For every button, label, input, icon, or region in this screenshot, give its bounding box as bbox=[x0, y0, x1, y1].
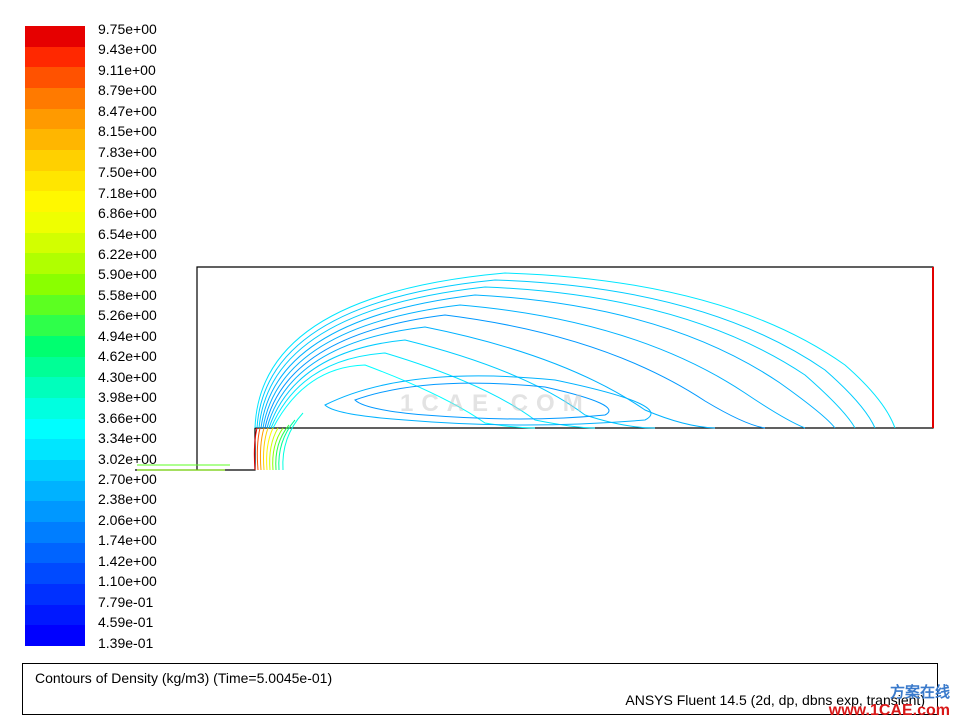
colorbar-segment bbox=[25, 605, 85, 626]
legend-value: 9.75e+00 bbox=[98, 22, 157, 36]
watermark-center: 1CAE.COM bbox=[400, 390, 591, 418]
colorbar-segment bbox=[25, 191, 85, 212]
colorbar-segment bbox=[25, 439, 85, 460]
watermark-corner: 方案在线 www.1CAE.com bbox=[829, 681, 950, 720]
colorbar-segment bbox=[25, 129, 85, 150]
legend-value: 7.83e+00 bbox=[98, 145, 157, 159]
legend-value: 6.22e+00 bbox=[98, 247, 157, 261]
colorbar-segment bbox=[25, 212, 85, 233]
legend-value: 1.74e+00 bbox=[98, 533, 157, 547]
colorbar-segment bbox=[25, 563, 85, 584]
colorbar-segment bbox=[25, 171, 85, 192]
legend-value: 1.10e+00 bbox=[98, 574, 157, 588]
legend-value: 7.79e-01 bbox=[98, 595, 157, 609]
colorbar-segment bbox=[25, 522, 85, 543]
colorbar-segment bbox=[25, 481, 85, 502]
colorbar-segment bbox=[25, 460, 85, 481]
legend-value: 9.11e+00 bbox=[98, 63, 157, 77]
colorbar-segment bbox=[25, 501, 85, 522]
watermark-cn: 方案在线 bbox=[829, 681, 950, 702]
footer-title: Contours of Density (kg/m3) (Time=5.0045… bbox=[35, 670, 925, 686]
legend-value: 1.42e+00 bbox=[98, 554, 157, 568]
colorbar-segment bbox=[25, 150, 85, 171]
colorbar-segment bbox=[25, 233, 85, 254]
legend-value: 2.06e+00 bbox=[98, 513, 157, 527]
legend-value: 8.47e+00 bbox=[98, 104, 157, 118]
contour-plot bbox=[125, 265, 935, 485]
colorbar-segment bbox=[25, 398, 85, 419]
colorbar-segment bbox=[25, 377, 85, 398]
colorbar-segment bbox=[25, 47, 85, 68]
footer-solver: ANSYS Fluent 14.5 (2d, dp, dbns exp, tra… bbox=[35, 692, 925, 708]
colorbar-segment bbox=[25, 274, 85, 295]
colorbar-segment bbox=[25, 253, 85, 274]
colorbar-segment bbox=[25, 295, 85, 316]
colorbar-segment bbox=[25, 357, 85, 378]
colorbar-segment bbox=[25, 67, 85, 88]
colorbar bbox=[25, 26, 85, 646]
colorbar-segment bbox=[25, 336, 85, 357]
colorbar-segment bbox=[25, 625, 85, 646]
legend-value: 4.59e-01 bbox=[98, 615, 157, 629]
colorbar-segment bbox=[25, 109, 85, 130]
legend-value: 6.86e+00 bbox=[98, 206, 157, 220]
legend-value: 7.50e+00 bbox=[98, 165, 157, 179]
legend-value: 2.38e+00 bbox=[98, 492, 157, 506]
legend-value: 9.43e+00 bbox=[98, 42, 157, 56]
watermark-url: www.1CAE.com bbox=[829, 702, 950, 720]
colorbar-segment bbox=[25, 315, 85, 336]
colorbar-segment bbox=[25, 419, 85, 440]
colorbar-segment bbox=[25, 543, 85, 564]
colorbar-segment bbox=[25, 26, 85, 47]
colorbar-segment bbox=[25, 88, 85, 109]
colorbar-segment bbox=[25, 584, 85, 605]
legend-value: 8.15e+00 bbox=[98, 124, 157, 138]
legend-value: 6.54e+00 bbox=[98, 227, 157, 241]
legend-value: 7.18e+00 bbox=[98, 186, 157, 200]
legend-value: 1.39e-01 bbox=[98, 636, 157, 650]
legend-value: 8.79e+00 bbox=[98, 83, 157, 97]
footer-box: Contours of Density (kg/m3) (Time=5.0045… bbox=[22, 663, 938, 715]
